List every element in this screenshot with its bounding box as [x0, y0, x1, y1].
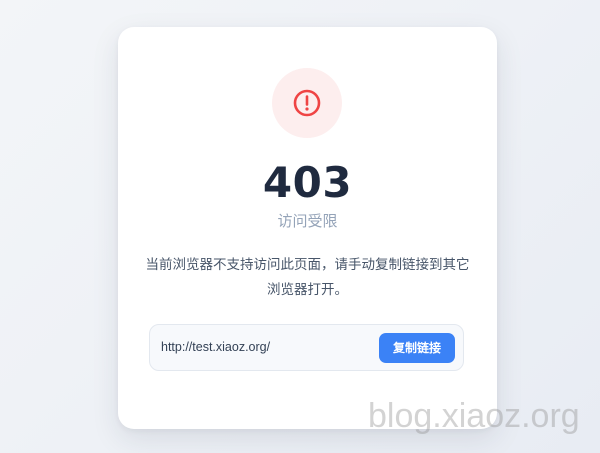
url-text[interactable]: http://test.xiaoz.org/	[161, 325, 270, 370]
error-message: 当前浏览器不支持访问此页面，请手动复制链接到其它 浏览器打开。	[144, 253, 471, 303]
error-card: 403 访问受限 当前浏览器不支持访问此页面，请手动复制链接到其它 浏览器打开。…	[118, 27, 497, 429]
error-message-line-2: 浏览器打开。	[267, 282, 348, 298]
url-box: http://test.xiaoz.org/ 复制链接	[149, 324, 464, 371]
error-title: 访问受限	[277, 212, 338, 230]
copy-link-button[interactable]: 复制链接	[379, 333, 455, 363]
error-code: 403	[262, 158, 353, 207]
watermark: blog.xiaoz.org	[368, 397, 580, 435]
alert-circle-icon	[293, 89, 321, 117]
alert-icon-badge	[272, 68, 342, 138]
error-message-line-1: 当前浏览器不支持访问此页面，请手动复制链接到其它	[145, 257, 470, 273]
